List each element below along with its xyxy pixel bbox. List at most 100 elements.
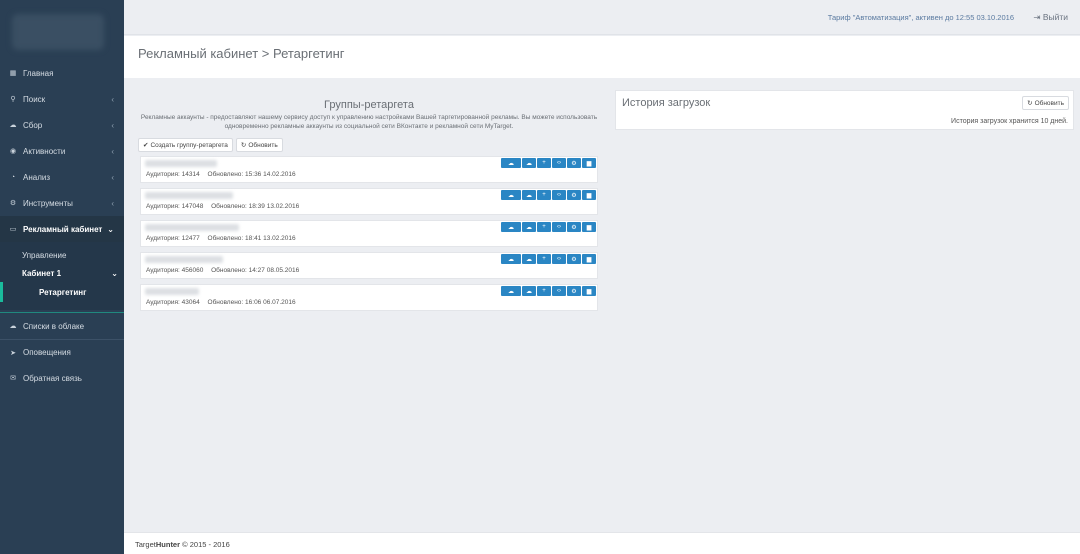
cloud-upload-icon[interactable]: ☁ [501, 222, 521, 232]
logout-label: Выйти [1042, 12, 1068, 22]
sidebar-item-label: Обратная связь [23, 373, 82, 383]
gear-icon[interactable]: ⚙ [567, 222, 581, 232]
cloud-download-icon[interactable]: ☁ [522, 190, 536, 200]
pie-chart-icon: ◔ [10, 173, 16, 181]
chevron-left-icon: ‹ [111, 146, 114, 156]
refresh-groups-button[interactable]: ↻ Обновить [235, 138, 283, 152]
grid-icon: ▦ [9, 70, 17, 77]
list-item: Аудитория: 14314 Обновлено: 15:36 14.02.… [140, 156, 598, 183]
trash-icon[interactable]: ▆ [582, 190, 596, 200]
group-name-redacted [145, 224, 239, 231]
paper-plane-icon: ➤ [10, 349, 16, 357]
chevron-left-icon: ‹ [111, 94, 114, 104]
gear-icon: ⚙ [9, 200, 17, 207]
sidebar-item-notifications[interactable]: ➤ Оповещения [0, 339, 124, 365]
group-name-redacted [145, 160, 217, 167]
sidebar-item-activity[interactable]: ◉ Активности ‹ [0, 138, 124, 164]
footer-brand-bold: Hunter [155, 540, 181, 549]
cloud-download-icon[interactable]: ☁ [522, 254, 536, 264]
code-icon[interactable]: ‹› [552, 158, 566, 168]
code-icon[interactable]: ‹› [552, 190, 566, 200]
gear-icon[interactable]: ⚙ [567, 254, 581, 264]
refresh-icon: ↻ [240, 142, 247, 149]
group-meta: Аудитория: 14314 Обновлено: 15:36 14.02.… [146, 171, 296, 178]
envelope-icon: ✉ [10, 375, 16, 382]
sidebar-item-label: Поиск [23, 94, 46, 104]
cloud-download-icon[interactable]: ☁ [522, 222, 536, 232]
sidebar-sub-manage[interactable]: Управление [0, 242, 124, 264]
gear-icon[interactable]: ⚙ [567, 158, 581, 168]
sidebar-item-ad-cabinet[interactable]: ▭ Рекламный кабинет ⌄ [0, 216, 124, 242]
chevron-down-icon: ⌄ [111, 268, 118, 278]
history-panel-title: История загрузок [622, 97, 711, 109]
sidebar-submenu: Управление Кабинет 1 ⌄ Ретаргетинг [0, 242, 124, 310]
cloud-upload-icon[interactable]: ☁ [501, 286, 521, 296]
logout-button[interactable]: ⇥ Выйти [1033, 12, 1068, 23]
sidebar-sub-cabinet[interactable]: Кабинет 1 ⌄ [0, 264, 124, 282]
plus-icon[interactable]: + [537, 158, 551, 168]
laptop-icon: ▭ [9, 226, 17, 233]
plus-icon[interactable]: + [537, 286, 551, 296]
trash-icon[interactable]: ▆ [582, 286, 596, 296]
list-item: Аудитория: 456060 Обновлено: 14:27 08.05… [140, 252, 598, 279]
plus-icon[interactable]: + [537, 190, 551, 200]
footer-years: © 2015 - 2016 [182, 540, 230, 549]
group-updated: Обновлено: 18:41 13.02.2016 [207, 235, 296, 242]
refresh-groups-label: Обновить [248, 141, 278, 149]
chevron-left-icon: ‹ [111, 120, 114, 130]
sidebar-item-label: Активности [23, 146, 66, 156]
create-group-label: Создать группу-ретаргета [150, 141, 228, 149]
trash-icon[interactable]: ▆ [582, 158, 596, 168]
group-actions: ☁ ☁ + ‹› ⚙ ▆ [501, 158, 596, 168]
chevron-left-icon: ‹ [111, 198, 114, 208]
sidebar-item-label: Сбор [23, 120, 43, 130]
sidebar-item-search[interactable]: ⚲ Поиск ‹ [0, 86, 124, 112]
create-group-button[interactable]: ✔ Создать группу-ретаргета [138, 138, 233, 152]
logo [12, 14, 104, 50]
refresh-history-button[interactable]: ↻ Обновить [1022, 96, 1069, 110]
gear-icon[interactable]: ⚙ [567, 286, 581, 296]
group-audience: Аудитория: 12477 [146, 235, 200, 242]
group-name-redacted [145, 192, 233, 199]
sidebar-item-home[interactable]: ▦ Главная [0, 60, 124, 86]
sidebar-item-cloud-lists[interactable]: ☁ Списки в облаке [0, 313, 124, 339]
sidebar-sub-retargeting[interactable]: Ретаргетинг [0, 282, 124, 302]
trash-icon[interactable]: ▆ [582, 254, 596, 264]
code-icon[interactable]: ‹› [552, 222, 566, 232]
sidebar-item-collect[interactable]: ☁ Сбор ‹ [0, 112, 124, 138]
groups-panel-desc: Рекламные аккаунты - предоставляют нашем… [140, 114, 598, 130]
code-icon[interactable]: ‹› [552, 254, 566, 264]
cloud-download-icon[interactable]: ☁ [522, 158, 536, 168]
group-audience: Аудитория: 147048 [146, 203, 204, 210]
cloud-download-icon[interactable]: ☁ [522, 286, 536, 296]
cloud-upload-icon[interactable]: ☁ [501, 190, 521, 200]
group-meta: Аудитория: 147048 Обновлено: 18:39 13.02… [146, 203, 299, 210]
plus-icon[interactable]: + [537, 222, 551, 232]
check-icon: ✔ [143, 142, 149, 149]
sidebar-item-tools[interactable]: ⚙ Инструменты ‹ [0, 190, 124, 216]
sidebar-item-analysis[interactable]: ◔ Анализ ‹ [0, 164, 124, 190]
sidebar-item-feedback[interactable]: ✉ Обратная связь [0, 365, 124, 391]
group-updated: Обновлено: 14:27 08.05.2016 [211, 267, 300, 274]
cloud-icon: ☁ [9, 323, 17, 330]
code-icon[interactable]: ‹› [552, 286, 566, 296]
groups-panel-title: Группы-ретаргета [324, 99, 414, 111]
groups-toolbar: ✔ Создать группу-ретаргета ↻ Обновить [138, 138, 600, 152]
group-meta: Аудитория: 456060 Обновлено: 14:27 08.05… [146, 267, 299, 274]
cloud-upload-icon[interactable]: ☁ [501, 254, 521, 264]
cloud-upload-icon[interactable]: ☁ [501, 158, 521, 168]
chevron-left-icon: ‹ [111, 172, 114, 182]
footer: TargetHunter © 2015 - 2016 [124, 532, 1080, 554]
group-actions: ☁ ☁ + ‹› ⚙ ▆ [501, 190, 596, 200]
sidebar-item-label: Главная [23, 68, 54, 78]
group-audience: Аудитория: 43064 [146, 299, 200, 306]
trash-icon[interactable]: ▆ [582, 222, 596, 232]
sidebar-item-label: Инструменты [23, 198, 73, 208]
group-audience: Аудитория: 14314 [146, 171, 200, 178]
group-actions: ☁ ☁ + ‹› ⚙ ▆ [501, 254, 596, 264]
footer-brand-prefix: Target [135, 540, 156, 549]
gear-icon[interactable]: ⚙ [567, 190, 581, 200]
sidebar-item-label: Оповещения [23, 348, 71, 357]
plus-icon[interactable]: + [537, 254, 551, 264]
page-title: Рекламный кабинет > Ретаргетинг [138, 46, 345, 61]
